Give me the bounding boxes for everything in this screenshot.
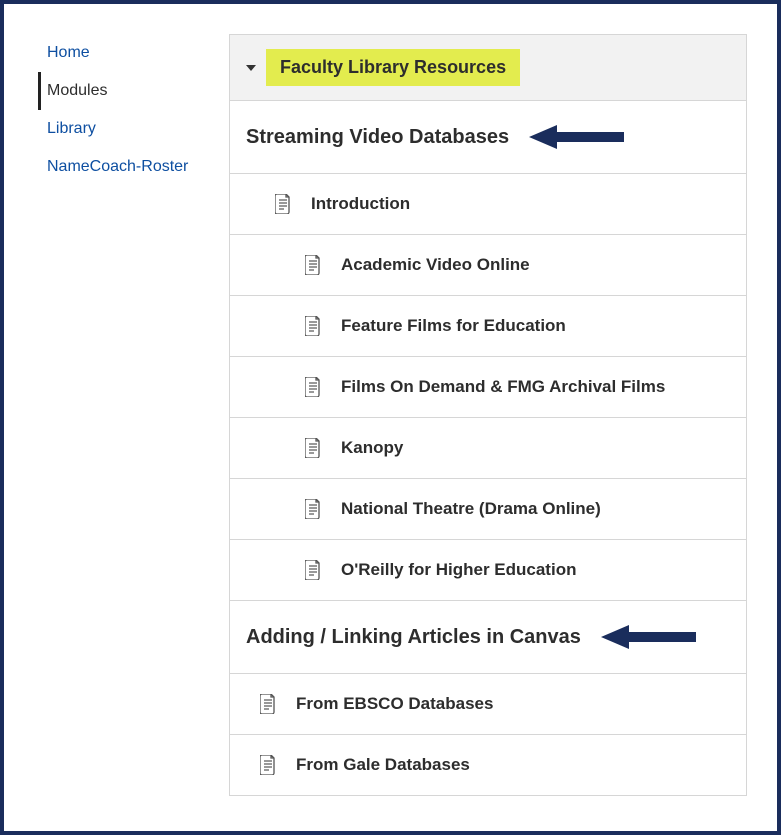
module-item-label: From EBSCO Databases: [296, 694, 493, 714]
sidebar-item-library[interactable]: Library: [39, 110, 219, 148]
page-icon: [275, 194, 291, 214]
module-title: Faculty Library Resources: [266, 49, 520, 86]
module-item-label: Introduction: [311, 194, 410, 214]
arrow-annotation-icon: [601, 621, 696, 653]
module-item-label: Feature Films for Education: [341, 316, 566, 336]
page-icon: [305, 438, 321, 458]
sidebar-item-home[interactable]: Home: [39, 34, 219, 72]
module-item[interactable]: Academic Video Online: [230, 235, 746, 296]
module-item[interactable]: Kanopy: [230, 418, 746, 479]
sidebar: Home Modules Library NameCoach-Roster: [4, 4, 229, 831]
page-icon: [305, 377, 321, 397]
module-item[interactable]: O'Reilly for Higher Education: [230, 540, 746, 601]
sidebar-item-label: NameCoach-Roster: [47, 158, 188, 175]
module-item[interactable]: National Theatre (Drama Online): [230, 479, 746, 540]
page-icon: [305, 560, 321, 580]
module-item-label: Films On Demand & FMG Archival Films: [341, 377, 665, 397]
section-header-streaming[interactable]: Streaming Video Databases: [230, 101, 746, 174]
page-icon: [260, 755, 276, 775]
sidebar-item-label: Modules: [47, 82, 107, 99]
sidebar-item-label: Home: [47, 44, 90, 61]
page-icon: [305, 316, 321, 336]
module-item[interactable]: Feature Films for Education: [230, 296, 746, 357]
caret-down-icon: [246, 65, 256, 71]
arrow-annotation-icon: [529, 121, 624, 153]
module-item-label: National Theatre (Drama Online): [341, 499, 601, 519]
page-icon: [305, 499, 321, 519]
module-item-label: O'Reilly for Higher Education: [341, 560, 576, 580]
module-header[interactable]: Faculty Library Resources: [230, 35, 746, 101]
page-icon: [305, 255, 321, 275]
module-item[interactable]: Introduction: [230, 174, 746, 235]
section-title: Streaming Video Databases: [246, 126, 509, 149]
module-box: Faculty Library Resources Streaming Vide…: [229, 34, 747, 796]
module-item-label: From Gale Databases: [296, 755, 470, 775]
section-title: Adding / Linking Articles in Canvas: [246, 626, 581, 649]
sidebar-item-namecoach[interactable]: NameCoach-Roster: [39, 148, 219, 186]
sidebar-item-label: Library: [47, 120, 96, 137]
module-item-label: Kanopy: [341, 438, 403, 458]
page-icon: [260, 694, 276, 714]
module-item-label: Academic Video Online: [341, 255, 530, 275]
section-header-adding[interactable]: Adding / Linking Articles in Canvas: [230, 601, 746, 674]
sidebar-item-modules[interactable]: Modules: [38, 72, 219, 110]
main-content: Faculty Library Resources Streaming Vide…: [229, 4, 777, 831]
module-item[interactable]: From EBSCO Databases: [230, 674, 746, 735]
module-item[interactable]: From Gale Databases: [230, 735, 746, 795]
module-item[interactable]: Films On Demand & FMG Archival Films: [230, 357, 746, 418]
